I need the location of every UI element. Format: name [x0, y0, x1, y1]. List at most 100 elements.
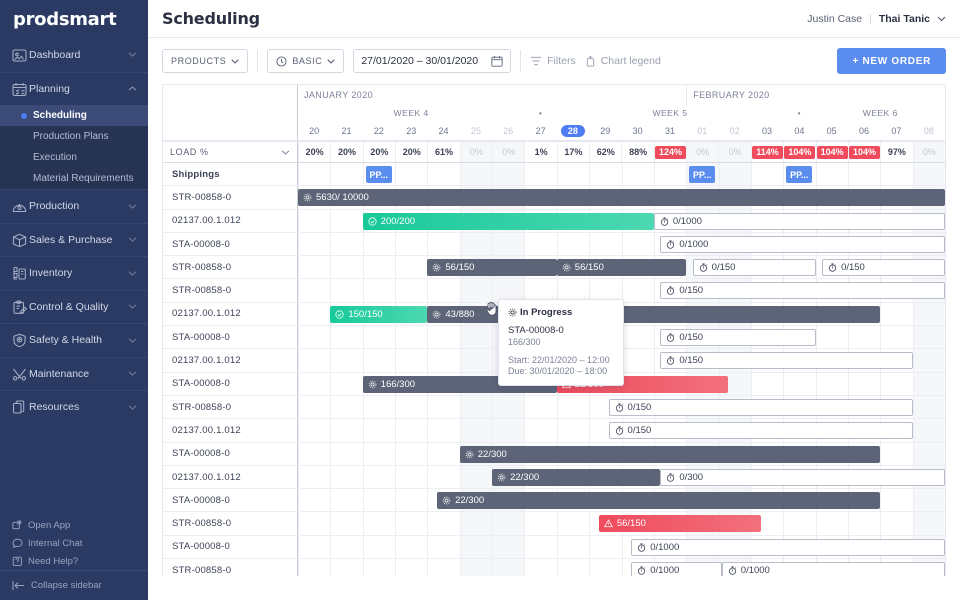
gantt-row-label[interactable]: 02137.00.1.012 — [163, 209, 298, 232]
gantt-row-label[interactable]: STR-00858-0 — [163, 395, 298, 419]
grid-cell — [330, 512, 362, 535]
gantt-row-label[interactable]: STA-00008-0 — [163, 442, 298, 465]
gantt-bar[interactable]: 0/300 — [660, 468, 945, 486]
load-dropdown[interactable]: LOAD % — [163, 142, 298, 162]
help-icon — [12, 556, 23, 567]
day-header-cell: 06 — [859, 125, 870, 136]
products-dropdown[interactable]: PRODUCTS — [162, 49, 249, 73]
gantt-bar[interactable]: 22/300 — [492, 468, 661, 486]
sidebar-group-maintenance[interactable]: Maintenance — [0, 356, 148, 391]
gantt-row-label[interactable]: STR-00858-0 — [163, 279, 298, 302]
view-mode-dropdown[interactable]: BASIC — [267, 49, 345, 73]
gantt-row-label[interactable]: 02137.00.1.012 — [163, 419, 298, 442]
gantt-row: STA-00008-0 0/1000 — [163, 535, 945, 560]
shipping-badge[interactable]: PP... — [786, 166, 813, 183]
gantt-bar[interactable]: 56/150 — [598, 515, 761, 533]
filters-button[interactable]: Filters — [530, 55, 576, 67]
sidebar-item-production-plans[interactable]: Production Plans — [0, 126, 148, 147]
gantt-bar[interactable]: 200/200 — [362, 212, 654, 230]
gantt-row-label[interactable]: STA-00008-0 — [163, 535, 298, 559]
gantt-bar-label: 0/150 — [679, 332, 704, 344]
gantt-row-label[interactable]: STA-00008-0 — [163, 232, 298, 256]
gantt-row-label[interactable]: STA-00008-0 — [163, 326, 298, 349]
chart-legend-label: Chart legend — [600, 55, 661, 67]
gantt-bar-label: 0/150 — [711, 262, 736, 274]
sidebar-footer-internal-chat[interactable]: Internal Chat — [12, 534, 148, 552]
gantt-row-label[interactable]: STR-00858-0 — [163, 559, 298, 576]
gantt-bar[interactable]: 0/150 — [660, 352, 913, 370]
gantt-row-label[interactable]: STR-00858-0 — [163, 186, 298, 209]
gantt-bar[interactable]: 0/150 — [822, 259, 945, 277]
gantt-bar-label: 22/300 — [477, 448, 507, 460]
date-range-picker[interactable]: 27/01/2020 – 30/01/2020 — [353, 49, 512, 73]
sidebar-item-material-requirements[interactable]: Material Requirements — [0, 168, 148, 189]
sidebar-group-inventory[interactable]: Inventory — [0, 256, 148, 290]
new-order-button[interactable]: + NEW ORDER — [837, 48, 946, 74]
gantt-row-label[interactable]: STR-00858-0 — [163, 512, 298, 535]
grid-cell — [395, 535, 427, 559]
gantt-bar[interactable]: 0/150 — [608, 422, 913, 440]
gantt-bar[interactable]: 0/150 — [660, 329, 816, 347]
gantt-bar[interactable]: 0/1000 — [653, 212, 945, 230]
grid-cell — [330, 372, 362, 395]
sidebar-group-safety-health[interactable]: Safety & Health — [0, 323, 148, 357]
sidebar-item-scheduling[interactable]: Scheduling — [0, 105, 148, 126]
gantt-bar[interactable]: 0/150 — [608, 398, 913, 416]
gantt-bar[interactable]: 56/150 — [427, 259, 557, 277]
gantt-bar[interactable]: 0/1000 — [721, 562, 945, 576]
gantt-bar[interactable]: 0/1000 — [660, 235, 945, 253]
chevron-down-icon — [231, 58, 240, 64]
gantt-row-label[interactable]: STA-00008-0 — [163, 372, 298, 395]
brand-logo[interactable]: prodsmart — [0, 0, 148, 38]
sidebar-group-resources[interactable]: Resources — [0, 390, 148, 424]
gantt-row-label[interactable]: Shippings — [163, 163, 298, 186]
gantt-bar[interactable]: 22/300 — [459, 445, 881, 463]
grid-cell — [556, 559, 589, 576]
gantt-bar[interactable]: 0/150 — [660, 282, 945, 300]
sidebar-item-execution[interactable]: Execution — [0, 147, 148, 168]
collapse-sidebar-button[interactable]: Collapse sidebar — [0, 570, 148, 600]
chevron-down-icon[interactable] — [937, 16, 946, 22]
gantt-bar[interactable]: 22/300 — [437, 492, 881, 510]
gantt-row-label[interactable]: STR-00858-0 — [163, 256, 298, 279]
grid-cell — [362, 465, 395, 489]
user-area[interactable]: Justin Case | Thai Tanic — [807, 13, 946, 25]
load-cell: 20% — [298, 142, 330, 162]
shipping-badge[interactable]: PP... — [365, 166, 392, 183]
gantt-row-label[interactable]: 02137.00.1.012 — [163, 349, 298, 372]
grid-cell — [298, 232, 330, 256]
sidebar-group-sales-purchase[interactable]: Sales & Purchase — [0, 222, 148, 257]
gear-icon — [432, 263, 441, 272]
gantt-bar[interactable]: 0/1000 — [631, 562, 722, 576]
gantt-row-label[interactable]: STA-00008-0 — [163, 489, 298, 512]
month-row: JANUARY 2020 FEBRUARY 2020 — [298, 85, 945, 105]
gantt-bar[interactable]: 0/150 — [692, 259, 816, 277]
sidebar-group-dashboard[interactable]: Dashboard — [0, 38, 148, 72]
check-icon — [368, 217, 377, 226]
gantt-bar[interactable]: 0/1000 — [631, 538, 945, 556]
grid-cell — [427, 465, 459, 489]
gantt-grid: JANUARY 2020 FEBRUARY 2020 WEEK 4 • WEEK 5 •… — [162, 84, 946, 576]
sidebar-group-production[interactable]: Production — [0, 189, 148, 223]
sidebar-group-control-quality[interactable]: Control & Quality — [0, 289, 148, 324]
gantt-row-track: 22/300 — [298, 489, 945, 512]
chart-legend-button[interactable]: Chart legend — [585, 55, 661, 67]
load-cell: 17% — [556, 142, 589, 162]
gantt-bar[interactable]: 5630/ 10000 — [298, 189, 945, 207]
overload-badge: 104% — [849, 145, 881, 159]
day-header-cell: 22 — [373, 125, 384, 136]
day-header-cell: 26 — [503, 125, 514, 136]
shipping-badge[interactable]: PP... — [689, 166, 716, 183]
gantt-row-track: 56/150 56/150 0/150 0/150 — [298, 256, 945, 279]
sidebar-footer-need-help[interactable]: Need Help? — [12, 552, 148, 570]
gantt-row-label[interactable]: 02137.00.1.012 — [163, 465, 298, 489]
grid-cell — [298, 535, 330, 559]
sidebar-group-planning[interactable]: Planning — [0, 71, 148, 105]
gear-icon — [432, 310, 441, 319]
load-cell: 97% — [880, 142, 912, 162]
grid-cell — [556, 419, 589, 442]
sidebar-footer-open-app[interactable]: Open App — [12, 516, 148, 534]
gantt-bar[interactable]: 56/150 — [556, 259, 687, 277]
gantt-row-label[interactable]: 02137.00.1.012 — [163, 302, 298, 326]
gantt-bar[interactable]: 150/150 — [330, 305, 428, 323]
